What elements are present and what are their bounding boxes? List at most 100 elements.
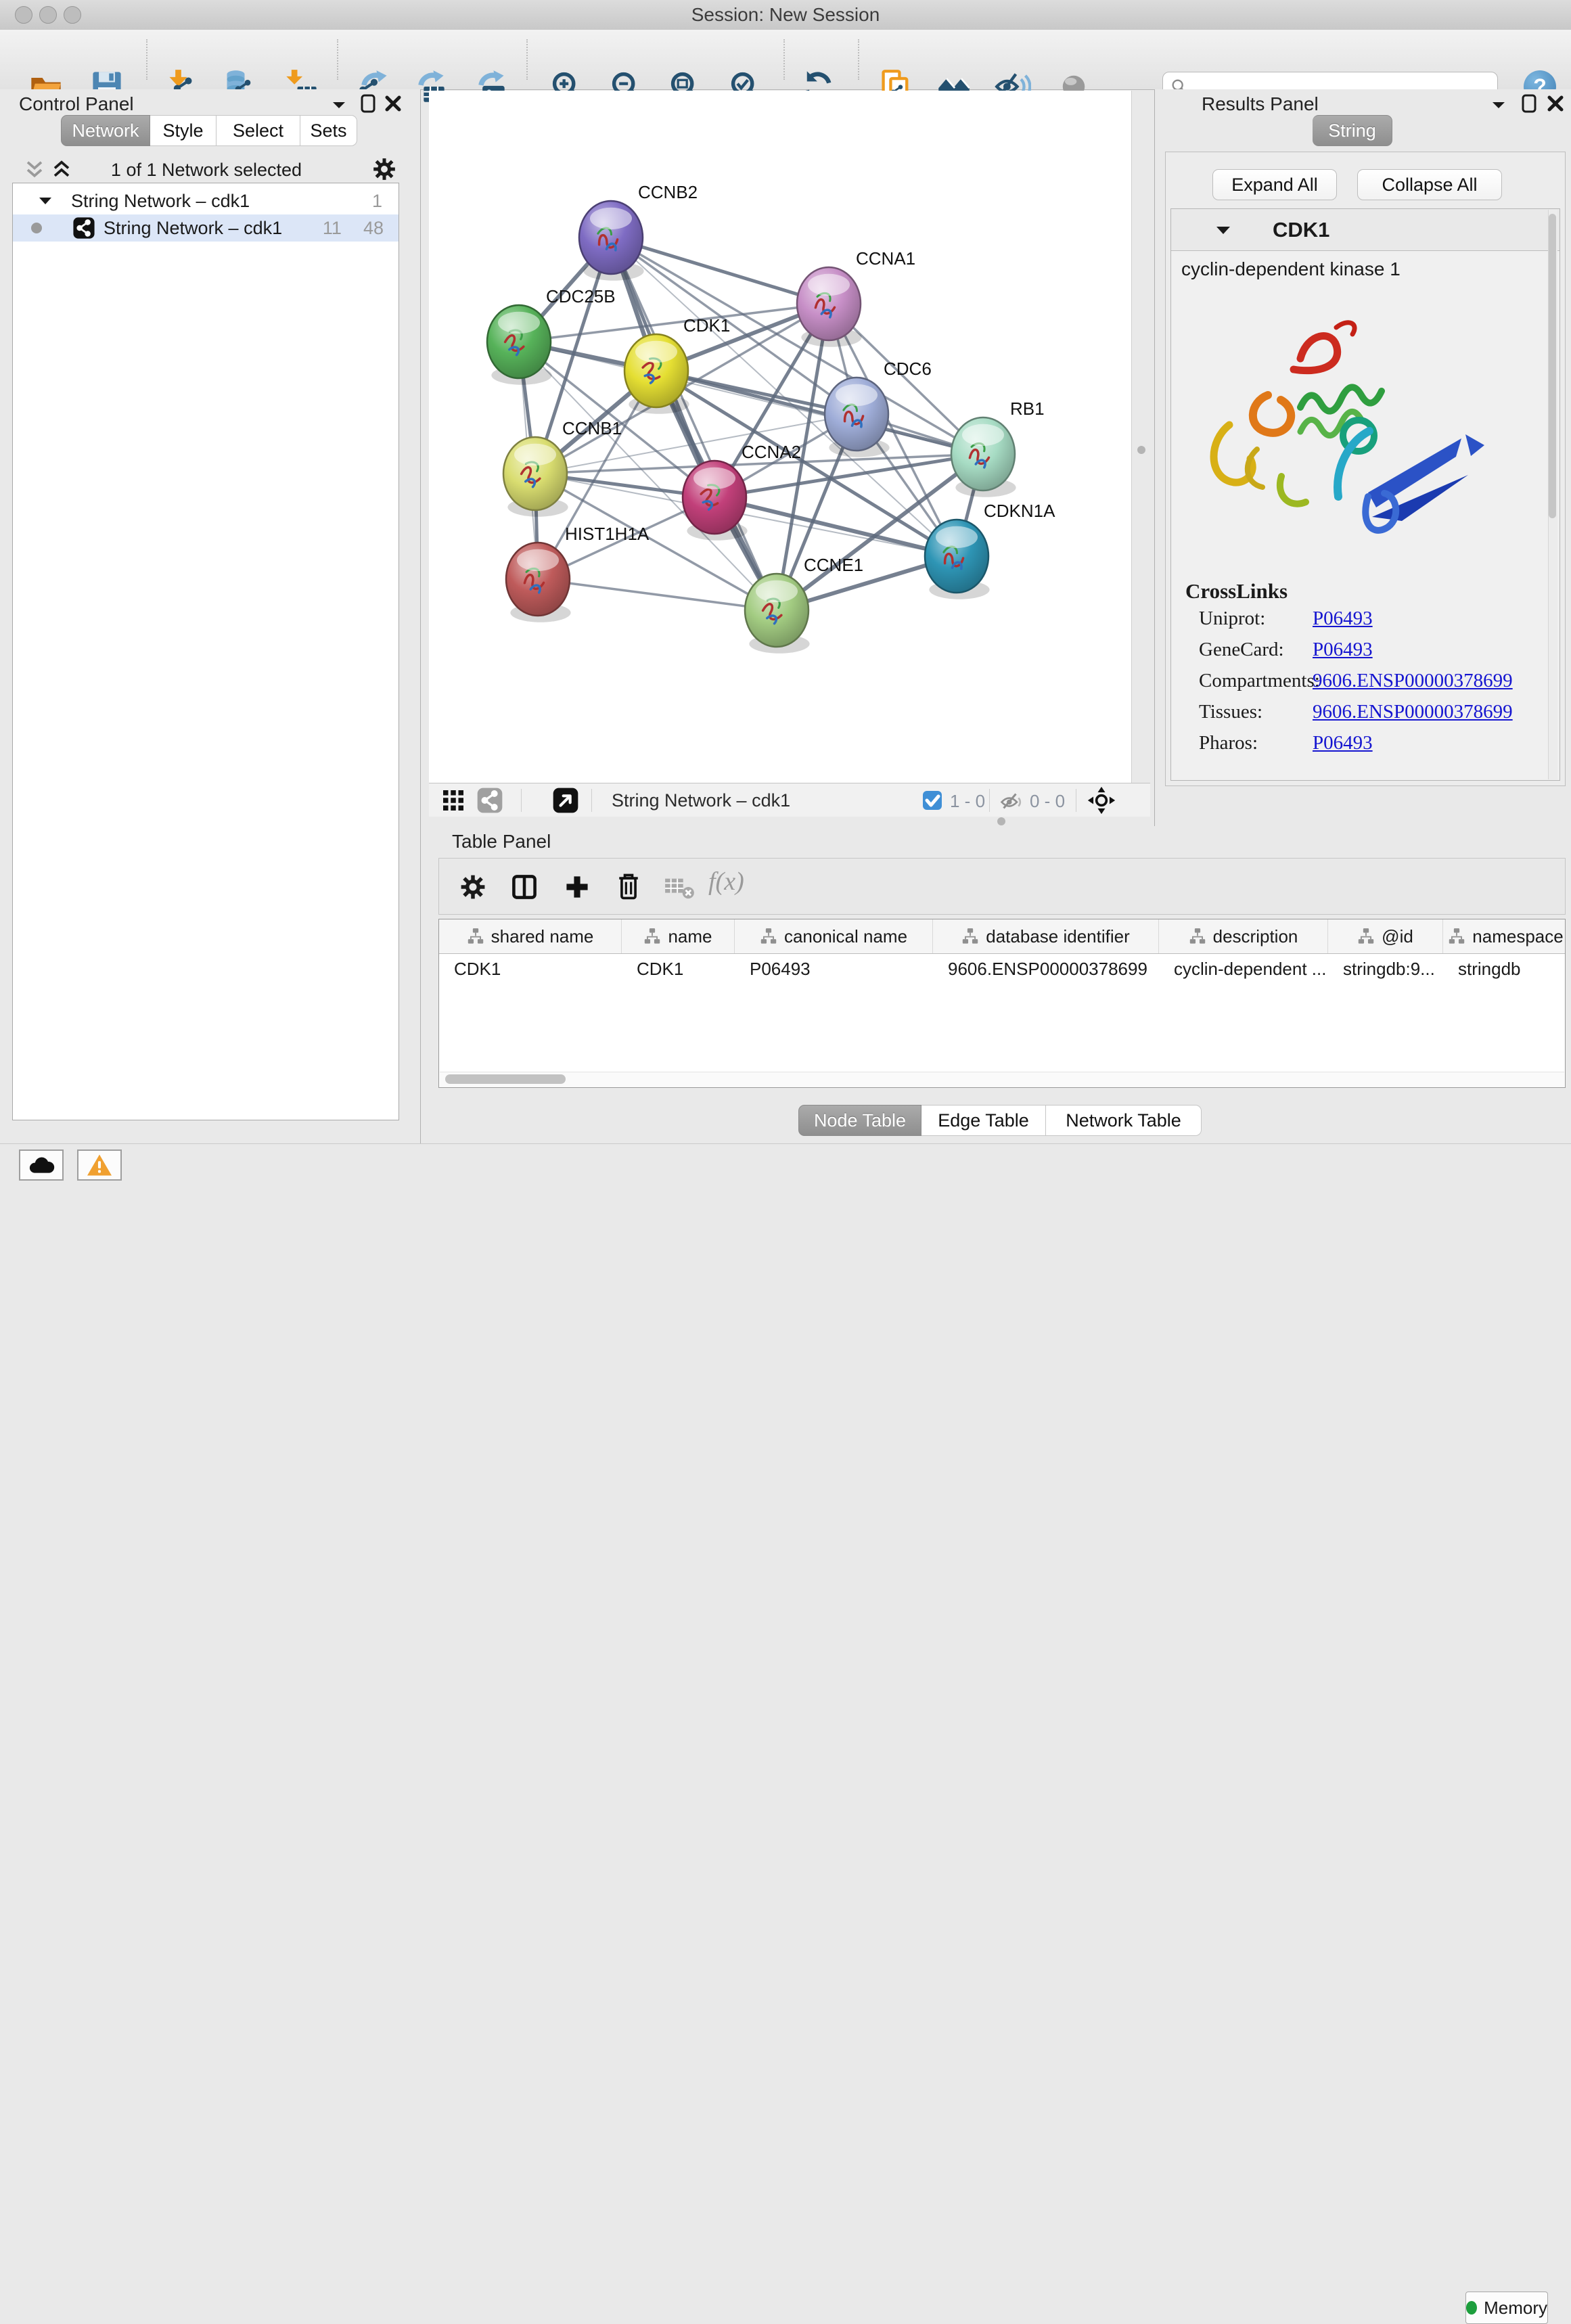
node-label-ccnb2: CCNB2 <box>638 182 698 202</box>
crosslink-link[interactable]: P06493 <box>1313 608 1373 630</box>
collapse-all-icon[interactable] <box>24 160 45 180</box>
warning-button[interactable] <box>77 1149 122 1181</box>
show-columns-icon[interactable] <box>509 872 539 902</box>
node-label-ccnb1: CCNB1 <box>562 418 622 438</box>
tab-network-table[interactable]: Network Table <box>1046 1105 1202 1136</box>
column-header-namespace[interactable]: namespace <box>1443 919 1566 953</box>
crosslink-link[interactable]: P06493 <box>1313 732 1373 754</box>
node-ccnb2[interactable]: CCNB2 <box>579 182 698 281</box>
node-ccnb1[interactable]: CCNB1 <box>503 418 622 517</box>
gene-symbol: CDK1 <box>1273 218 1329 242</box>
memory-status-dot <box>1466 2301 1477 2315</box>
expand-all-icon[interactable] <box>51 160 72 180</box>
edge-hist1h1a-ccne1[interactable] <box>538 579 777 610</box>
close-panel-icon[interactable] <box>383 93 403 114</box>
table-cell[interactable]: stringdb <box>1443 954 1566 984</box>
cloud-button[interactable] <box>19 1149 64 1181</box>
table-cell[interactable]: CDK1 <box>439 954 622 984</box>
sitemap-icon <box>1357 928 1375 945</box>
tab-sets[interactable]: Sets <box>300 115 357 146</box>
float-panel-icon[interactable] <box>359 93 379 114</box>
node-label-cdc6: CDC6 <box>884 359 932 379</box>
fit-content-crosshair-icon[interactable] <box>1087 785 1116 815</box>
close-panel-icon[interactable] <box>1545 93 1566 114</box>
crosslink-link[interactable]: 9606.ENSP00000378699 <box>1313 670 1513 692</box>
gene-description: cyclin-dependent kinase 1 <box>1181 258 1401 280</box>
crosslink-label: Tissues: <box>1199 701 1262 723</box>
node-hist1h1a[interactable]: HIST1H1A <box>506 524 650 622</box>
node-label-hist1h1a: HIST1H1A <box>565 524 650 544</box>
table-cell[interactable]: stringdb:9... <box>1328 954 1443 984</box>
node-cdkn1a[interactable]: CDKN1A <box>925 501 1055 599</box>
edge-ccnb2-ccne1[interactable] <box>611 237 777 610</box>
table-toolbar: f(x) <box>438 858 1566 915</box>
string-badge-icon[interactable] <box>476 787 503 814</box>
splitter-grip[interactable] <box>997 817 1005 825</box>
results-scrollbar-thumb[interactable] <box>1549 214 1556 518</box>
vertical-splitter[interactable] <box>1131 91 1154 783</box>
node-cdc6[interactable]: CDC6 <box>825 359 932 457</box>
string-app-icon <box>72 217 95 240</box>
crosslink-row: Compartments:9606.ENSP00000378699 <box>1199 670 1551 692</box>
panel-menu-icon[interactable] <box>1490 96 1507 114</box>
grid-view-icon[interactable] <box>441 788 465 813</box>
node-ccne1[interactable]: CCNE1 <box>745 555 863 654</box>
column-header-canonicalname[interactable]: canonical name <box>735 919 933 953</box>
node-ccna1[interactable]: CCNA1 <box>797 248 915 347</box>
tab-node-table[interactable]: Node Table <box>798 1105 921 1136</box>
table-cell[interactable]: CDK1 <box>622 954 735 984</box>
collection-expand-icon[interactable] <box>37 193 53 209</box>
splitter-grip[interactable] <box>1137 446 1145 454</box>
tab-string[interactable]: String <box>1313 115 1392 146</box>
crosslink-row: Tissues: 9606.ENSP00000378699 <box>1199 701 1551 723</box>
network-edge-count: 48 <box>363 218 384 239</box>
crosslink-link[interactable]: P06493 <box>1313 639 1373 661</box>
table-cell[interactable]: cyclin-dependent ... <box>1159 954 1328 984</box>
column-header-sharedname[interactable]: shared name <box>439 919 622 953</box>
memory-button[interactable]: Memory <box>1465 2292 1548 2324</box>
expand-all-button[interactable]: Expand All <box>1212 169 1337 200</box>
sitemap-icon <box>1189 928 1206 945</box>
gene-header[interactable]: CDK1 <box>1171 209 1559 251</box>
network-selection-status: 1 of 1 Network selected <box>74 160 338 181</box>
column-header-name[interactable]: name <box>622 919 735 953</box>
status-bar: Memory <box>0 1143 1571 1187</box>
collection-count: 1 <box>372 191 382 212</box>
table-cell[interactable]: P06493 <box>735 954 933 984</box>
collapse-all-button[interactable]: Collapse All <box>1357 169 1502 200</box>
hidden-eye-icon[interactable] <box>999 789 1023 813</box>
gene-expand-icon[interactable] <box>1214 221 1232 239</box>
node-table: shared namenamecanonical namedatabase id… <box>438 919 1566 1088</box>
sitemap-icon <box>760 928 777 945</box>
network-collection-row[interactable]: String Network – cdk1 1 <box>13 187 399 214</box>
table-hscrollbar[interactable] <box>440 1072 1564 1087</box>
tab-select[interactable]: Select <box>217 115 300 146</box>
network-name: String Network – cdk1 <box>104 218 282 239</box>
delete-column-icon[interactable] <box>614 871 643 902</box>
node-rb1[interactable]: RB1 <box>951 398 1045 497</box>
birds-eye-view-icon[interactable] <box>552 787 579 814</box>
node-label-ccna2: CCNA2 <box>742 442 801 462</box>
table-cell[interactable]: 9606.ENSP00000378699 <box>933 954 1159 984</box>
table-options-gear-icon[interactable] <box>458 872 488 902</box>
crosslink-link[interactable]: 9606.ENSP00000378699 <box>1313 701 1513 723</box>
column-header-databaseidentifier[interactable]: database identifier <box>933 919 1159 953</box>
node-cdc25b[interactable]: CDC25B <box>487 286 616 385</box>
column-header-id[interactable]: @id <box>1328 919 1443 953</box>
node-label-rb1: RB1 <box>1010 398 1045 419</box>
tab-style[interactable]: Style <box>150 115 217 146</box>
hidden-count: 0 - 0 <box>1030 791 1065 812</box>
table-row[interactable]: CDK1CDK1P064939606.ENSP00000378699cyclin… <box>439 954 1565 984</box>
network-options-gear-icon[interactable] <box>371 156 398 183</box>
delete-table-icon <box>664 875 695 901</box>
add-column-icon[interactable] <box>562 872 592 902</box>
panel-menu-icon[interactable] <box>330 96 348 114</box>
network-canvas[interactable]: CCNB2 CCNA1 CDC25B CDK1 CDC6 <box>429 91 1131 783</box>
float-panel-icon[interactable] <box>1520 93 1540 114</box>
network-row[interactable]: String Network – cdk1 11 48 <box>13 214 399 242</box>
tab-edge-table[interactable]: Edge Table <box>921 1105 1046 1136</box>
table-hscrollbar-thumb[interactable] <box>445 1074 566 1084</box>
selected-checkbox-icon[interactable] <box>921 790 943 811</box>
tab-network[interactable]: Network <box>61 115 150 146</box>
column-header-description[interactable]: description <box>1159 919 1328 953</box>
